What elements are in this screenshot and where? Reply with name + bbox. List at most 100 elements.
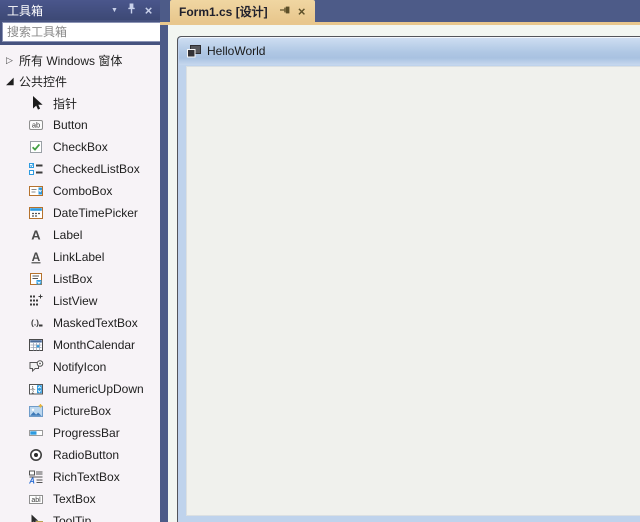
- toolbox-item-指针[interactable]: 指针: [0, 92, 160, 114]
- toolbox-item-progressbar[interactable]: ProgressBar: [0, 422, 160, 444]
- toolbox-item-datetimepicker[interactable]: DateTimePicker: [0, 202, 160, 224]
- form-client-area[interactable]: [186, 66, 640, 516]
- toolbox-item-checkedlistbox[interactable]: CheckedListBox: [0, 158, 160, 180]
- monthcalendar-icon: [28, 337, 44, 353]
- maskedtextbox-icon: (.): [28, 315, 44, 331]
- toolbox-item-label: NotifyIcon: [53, 360, 106, 374]
- richtextbox-icon: A: [28, 469, 44, 485]
- toolbox-item-richtextbox[interactable]: A RichTextBox: [0, 466, 160, 488]
- checkedlistbox-icon: [28, 161, 44, 177]
- linklabel-icon: A: [28, 249, 44, 265]
- toolbox-item-numericupdown[interactable]: 12 NumericUpDown: [0, 378, 160, 400]
- toolbox-item-picturebox[interactable]: PictureBox: [0, 400, 160, 422]
- designer-surface[interactable]: HelloWorld: [168, 25, 640, 522]
- svg-text:A: A: [32, 250, 41, 264]
- toolbox-item-label: LinkLabel: [53, 250, 104, 264]
- toolbox-item-label: 指针: [53, 95, 77, 112]
- close-icon: ×: [298, 5, 306, 18]
- toolbox-item-label: ProgressBar: [53, 426, 120, 440]
- toolbox-panel: 工具箱 ▼ × ▼ ▷ 所有 Windows 窗体 ◢ 公共控件 指针 ab But…: [0, 0, 160, 522]
- pointer-icon: [28, 95, 44, 111]
- search-input[interactable]: [3, 25, 166, 39]
- svg-text:(.): (.): [31, 318, 39, 328]
- toolbox-item-label: ToolTip: [53, 514, 91, 522]
- checkbox-icon: [28, 139, 44, 155]
- form-title: HelloWorld: [207, 44, 265, 58]
- collapsed-arrow-icon: ▷: [6, 55, 19, 66]
- listbox-icon: [28, 271, 44, 287]
- toolbox-item-notifyicon[interactable]: NotifyIcon: [0, 356, 160, 378]
- toolbox-item-maskedtextbox[interactable]: (.) MaskedTextBox: [0, 312, 160, 334]
- window-position-button[interactable]: ▼: [106, 2, 123, 18]
- picturebox-icon: [28, 403, 44, 419]
- tree-group-label: 公共控件: [19, 73, 67, 90]
- toolbox-titlebar[interactable]: 工具箱 ▼ ×: [0, 0, 160, 20]
- toolbox-item-label: CheckedListBox: [53, 162, 140, 176]
- tab-form1-design[interactable]: Form1.cs [设计] ×: [170, 0, 315, 22]
- pin-icon: [127, 3, 136, 17]
- designed-form[interactable]: HelloWorld: [177, 36, 640, 522]
- close-icon: ×: [145, 4, 153, 17]
- textbox-icon: abl: [28, 491, 44, 507]
- document-area: Form1.cs [设计] × HelloWorld: [160, 0, 640, 522]
- toolbox-search-row: ▼: [0, 20, 160, 45]
- toolbox-item-label[interactable]: A Label: [0, 224, 160, 246]
- toolbox-item-label: MonthCalendar: [53, 338, 135, 352]
- label-icon: A: [28, 227, 44, 243]
- toolbox-item-textbox[interactable]: abl TextBox: [0, 488, 160, 510]
- tree-group-all-windows-forms[interactable]: ▷ 所有 Windows 窗体: [0, 50, 160, 71]
- progressbar-icon: [28, 425, 44, 441]
- tab-pin-button[interactable]: [279, 3, 293, 19]
- form-titlebar[interactable]: HelloWorld: [179, 37, 640, 65]
- toolbox-item-label: RichTextBox: [53, 470, 120, 484]
- pin-icon: [280, 4, 291, 18]
- tree-group-label: 所有 Windows 窗体: [19, 52, 122, 69]
- toolbox-item-monthcalendar[interactable]: MonthCalendar: [0, 334, 160, 356]
- combobox-icon: [28, 183, 44, 199]
- toolbox-item-checkbox[interactable]: CheckBox: [0, 136, 160, 158]
- toolbox-item-label: ListBox: [53, 272, 92, 286]
- toolbox-tree: ▷ 所有 Windows 窗体 ◢ 公共控件 指针 ab Button CheckBo…: [0, 45, 160, 522]
- listview-icon: [28, 293, 44, 309]
- expanded-arrow-icon: ◢: [6, 76, 19, 87]
- toolbox-item-radiobutton[interactable]: RadioButton: [0, 444, 160, 466]
- toolbox-item-linklabel[interactable]: A LinkLabel: [0, 246, 160, 268]
- svg-text:2: 2: [32, 389, 35, 394]
- vs-window: 工具箱 ▼ × ▼ ▷ 所有 Windows 窗体 ◢ 公共控件 指针 ab But…: [0, 0, 640, 522]
- notifyicon-icon: [28, 359, 44, 375]
- toolbox-item-label: ComboBox: [53, 184, 112, 198]
- toolbox-item-listbox[interactable]: ListBox: [0, 268, 160, 290]
- toolbox-item-label: RadioButton: [53, 448, 119, 462]
- chevron-down-icon: ▼: [111, 7, 118, 14]
- toolbox-item-label: MaskedTextBox: [53, 316, 138, 330]
- toolbox-item-label: PictureBox: [53, 404, 111, 418]
- toolbox-item-listview[interactable]: ListView: [0, 290, 160, 312]
- svg-text:A: A: [31, 228, 41, 243]
- button-icon: ab: [28, 117, 44, 133]
- tooltip-icon: [28, 513, 44, 522]
- toolbox-pin-button[interactable]: [123, 2, 140, 18]
- svg-text:abl: abl: [31, 497, 41, 504]
- tab-close-button[interactable]: ×: [295, 3, 309, 19]
- toolbox-item-button[interactable]: ab Button: [0, 114, 160, 136]
- tab-bar: Form1.cs [设计] ×: [160, 0, 640, 22]
- toolbox-item-label: TextBox: [53, 492, 96, 506]
- tab-label: Form1.cs [设计]: [179, 3, 268, 20]
- toolbox-item-label: Button: [53, 118, 88, 132]
- toolbox-item-label: ListView: [53, 294, 97, 308]
- toolbox-item-list: 指针 ab Button CheckBox CheckedListBox ComboBox…: [0, 92, 160, 522]
- radiobutton-icon: [28, 447, 44, 463]
- form-icon: [187, 45, 201, 58]
- toolbox-item-label: CheckBox: [53, 140, 108, 154]
- toolbox-close-button[interactable]: ×: [140, 2, 157, 18]
- toolbox-item-label: DateTimePicker: [53, 206, 138, 220]
- toolbox-item-combobox[interactable]: ComboBox: [0, 180, 160, 202]
- numericupdown-icon: 12: [28, 381, 44, 397]
- toolbox-item-label: NumericUpDown: [53, 382, 144, 396]
- tree-group-common-controls[interactable]: ◢ 公共控件: [0, 71, 160, 92]
- toolbox-item-label: Label: [53, 228, 82, 242]
- toolbox-title: 工具箱: [7, 2, 106, 19]
- svg-text:ab: ab: [32, 121, 40, 130]
- datetimepicker-icon: [28, 205, 44, 221]
- toolbox-item-tooltip[interactable]: ToolTip: [0, 510, 160, 522]
